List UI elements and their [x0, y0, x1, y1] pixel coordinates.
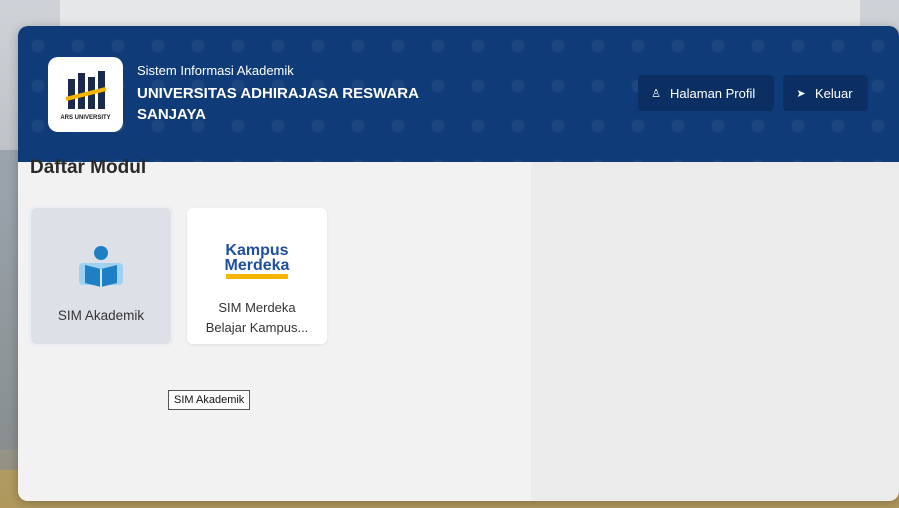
logout-button-label: Keluar	[815, 85, 853, 101]
module-card-sim-akademik[interactable]: SIM Akademik	[31, 208, 171, 344]
reader-icon	[75, 242, 127, 292]
ars-logo-icon	[65, 70, 106, 109]
logo-tag-bar	[225, 274, 288, 279]
module-label: SIM Akademik	[57, 308, 145, 323]
system-subtitle: Sistem Informasi Akademik	[137, 63, 294, 78]
logo-line-1: Kampus	[225, 242, 289, 259]
logout-icon: ➤	[796, 87, 806, 100]
module-label: SIM Merdeka Belajar Kampus...	[205, 300, 309, 335]
module-card-sim-mbkm[interactable]: Kampus Merdeka SIM Merdeka Belajar Kampu…	[187, 208, 327, 344]
logo-line-2: Merdeka	[224, 257, 290, 274]
logo-text: ARS UNIVERSITY	[60, 114, 111, 121]
user-icon: ♙	[651, 87, 661, 100]
section-title: Daftar Modul	[30, 157, 147, 178]
side-panel	[531, 162, 899, 501]
tooltip: SIM Akademik	[168, 390, 251, 410]
logout-button[interactable]: ➤ Keluar	[783, 75, 868, 111]
university-logo: ARS UNIVERSITY	[48, 57, 123, 132]
profile-button[interactable]: ♙ Halaman Profil	[638, 75, 774, 111]
university-title: UNIVERSITAS ADHIRAJASA RESWARA SANJAYA	[137, 85, 419, 123]
profile-button-label: Halaman Profil	[670, 85, 756, 101]
header-banner: ARS UNIVERSITY Sistem Informasi Akademik…	[18, 26, 899, 162]
kampus-merdeka-logo: Kampus Merdeka	[224, 236, 290, 286]
